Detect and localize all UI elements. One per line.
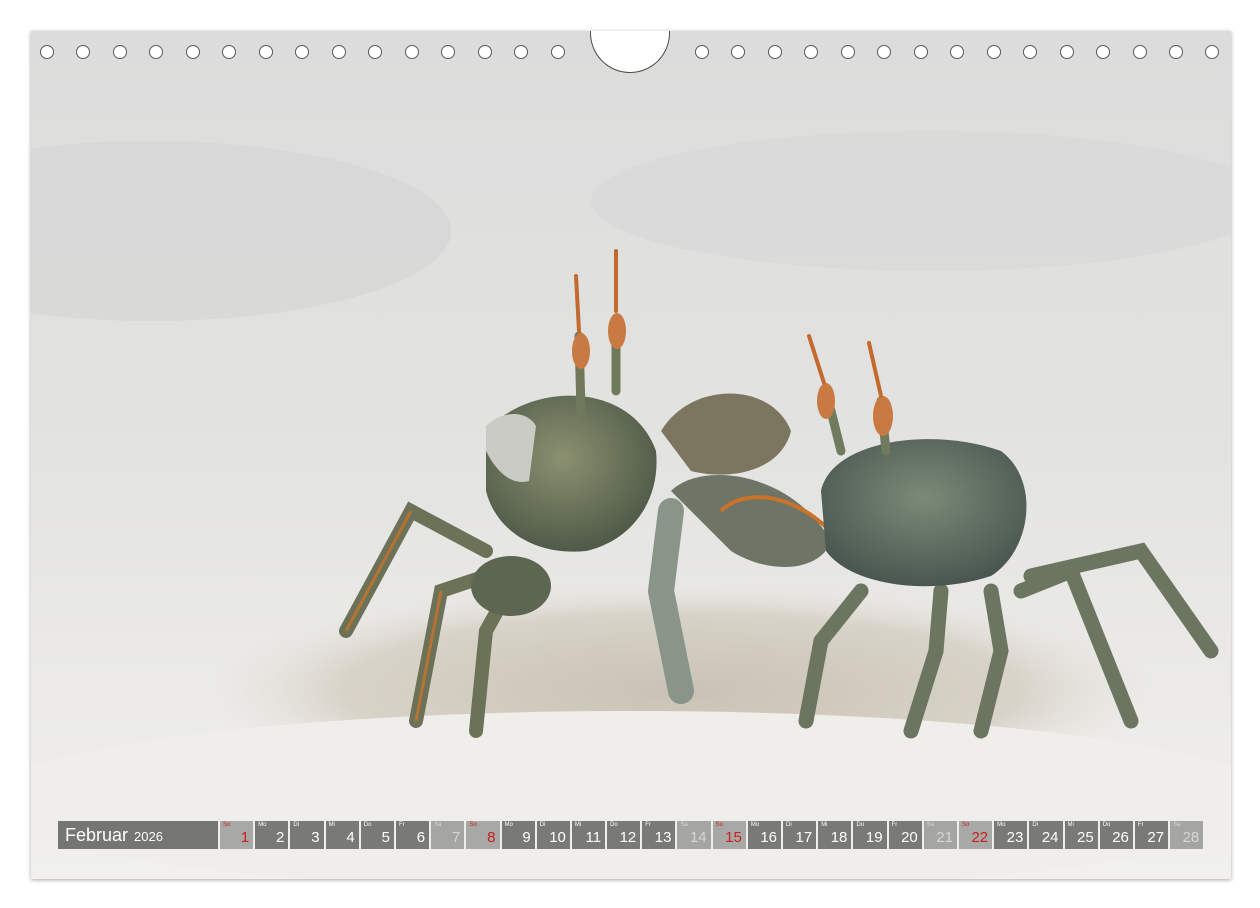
day-number: 6	[416, 829, 426, 846]
calendar-page: Februar 2026 So 1 Mo 2 Di 3 Mi 4 Do 5 Fr 6 Sa 7 So 8 Mo 9…	[31, 31, 1231, 879]
day-number: 8	[487, 829, 496, 846]
day-number: 23	[1006, 829, 1024, 846]
day-cell: Mi 11	[571, 821, 606, 849]
month-name: Februar	[65, 824, 129, 845]
day-cell: Do 19	[853, 821, 887, 849]
weekday-label: Do	[1102, 822, 1111, 828]
weekday-label: Mo	[504, 822, 513, 828]
day-cell: Do 5	[360, 821, 394, 849]
day-number: 22	[971, 829, 989, 846]
day-cell: Mo 2	[255, 821, 289, 849]
day-number: 14	[689, 829, 707, 846]
weekday-label: Di	[539, 822, 546, 828]
weekday-label: Do	[610, 822, 618, 828]
day-number: 13	[654, 829, 672, 846]
weekday-label: So	[961, 822, 970, 828]
day-number: 25	[1077, 829, 1094, 846]
day-number: 3	[311, 829, 320, 846]
weekday-label: Mi	[1067, 822, 1074, 828]
weekday-label: Fr	[891, 822, 898, 828]
day-number: 10	[549, 829, 566, 846]
weekday-label: Sa	[680, 822, 688, 828]
day-number: 7	[451, 829, 461, 846]
day-number: 16	[760, 829, 777, 846]
day-cell: Mi 25	[1064, 821, 1098, 849]
day-number: 1	[240, 829, 250, 846]
day-number: 24	[1041, 829, 1059, 846]
weekday-label: Sa	[1173, 822, 1181, 828]
weekday-label: Do	[363, 822, 372, 828]
day-number: 4	[346, 829, 355, 846]
day-cell: Di 24	[1029, 821, 1063, 849]
day-cell: So 22	[958, 821, 993, 849]
day-cell: Di 17	[783, 821, 817, 849]
weekday-label: Sa	[926, 822, 935, 828]
day-number: 17	[795, 829, 813, 846]
day-cell: Di 3	[290, 821, 324, 849]
day-cell: So 15	[712, 821, 746, 849]
day-number: 26	[1112, 829, 1129, 846]
weekday-label: So	[223, 822, 231, 828]
weekday-label: Di	[1032, 822, 1038, 828]
day-number: 5	[381, 829, 390, 846]
day-number: 19	[865, 829, 883, 846]
weekday-label: So	[715, 822, 723, 828]
weekday-label: Mo	[750, 822, 760, 828]
day-number: 2	[276, 829, 285, 846]
day-number: 28	[1182, 829, 1200, 846]
day-number: 18	[830, 829, 848, 846]
day-cell: Do 12	[607, 821, 641, 849]
day-number: 20	[901, 829, 918, 846]
day-cell: Fr 27	[1134, 821, 1169, 849]
day-strip: Februar 2026 So 1 Mo 2 Di 3 Mi 4 Do 5 Fr 6 Sa 7 So 8 Mo 9…	[58, 821, 1204, 849]
day-number: 11	[585, 829, 602, 846]
weekday-label: Di	[293, 822, 300, 828]
day-cell: Fr 6	[395, 821, 430, 849]
day-cell: Mi 18	[818, 821, 852, 849]
day-cell: Sa 21	[923, 821, 957, 849]
crab-photo	[31, 31, 1231, 879]
day-cell: So 1	[220, 821, 254, 849]
weekday-label: Fr	[645, 822, 651, 828]
day-cell: Di 10	[536, 821, 570, 849]
day-number: 9	[522, 829, 531, 846]
weekday-label: Di	[786, 822, 792, 828]
day-number: 27	[1147, 829, 1165, 846]
weekday-label: So	[469, 822, 477, 828]
weekday-label: Fr	[398, 822, 405, 828]
day-cell: Fr 20	[888, 821, 922, 849]
day-cell: Mo 9	[501, 821, 535, 849]
weekday-label: Mi	[328, 822, 335, 828]
day-cell: Sa 14	[677, 821, 711, 849]
weekday-label: Mo	[258, 822, 267, 828]
weekday-label: Do	[856, 822, 865, 828]
weekday-label: Mo	[997, 822, 1006, 828]
day-cell: Mi 4	[325, 821, 359, 849]
day-number: 12	[619, 829, 637, 846]
month-label-box: Februar 2026	[58, 821, 218, 849]
day-number: 21	[936, 829, 953, 846]
day-cell: Fr 13	[642, 821, 676, 849]
day-cell: Sa 28	[1170, 821, 1204, 849]
day-cell: So 8	[466, 821, 500, 849]
day-cell: Mo 23	[994, 821, 1028, 849]
weekday-label: Sa	[434, 822, 442, 828]
year-label: 2026	[134, 829, 163, 844]
day-cell: Mo 16	[747, 821, 781, 849]
weekday-label: Mi	[574, 822, 582, 828]
day-cell: Sa 7	[431, 821, 465, 849]
weekday-label: Fr	[1137, 822, 1144, 828]
day-number: 15	[725, 829, 742, 846]
day-cell: Do 26	[1099, 821, 1133, 849]
weekday-label: Mi	[821, 822, 828, 828]
